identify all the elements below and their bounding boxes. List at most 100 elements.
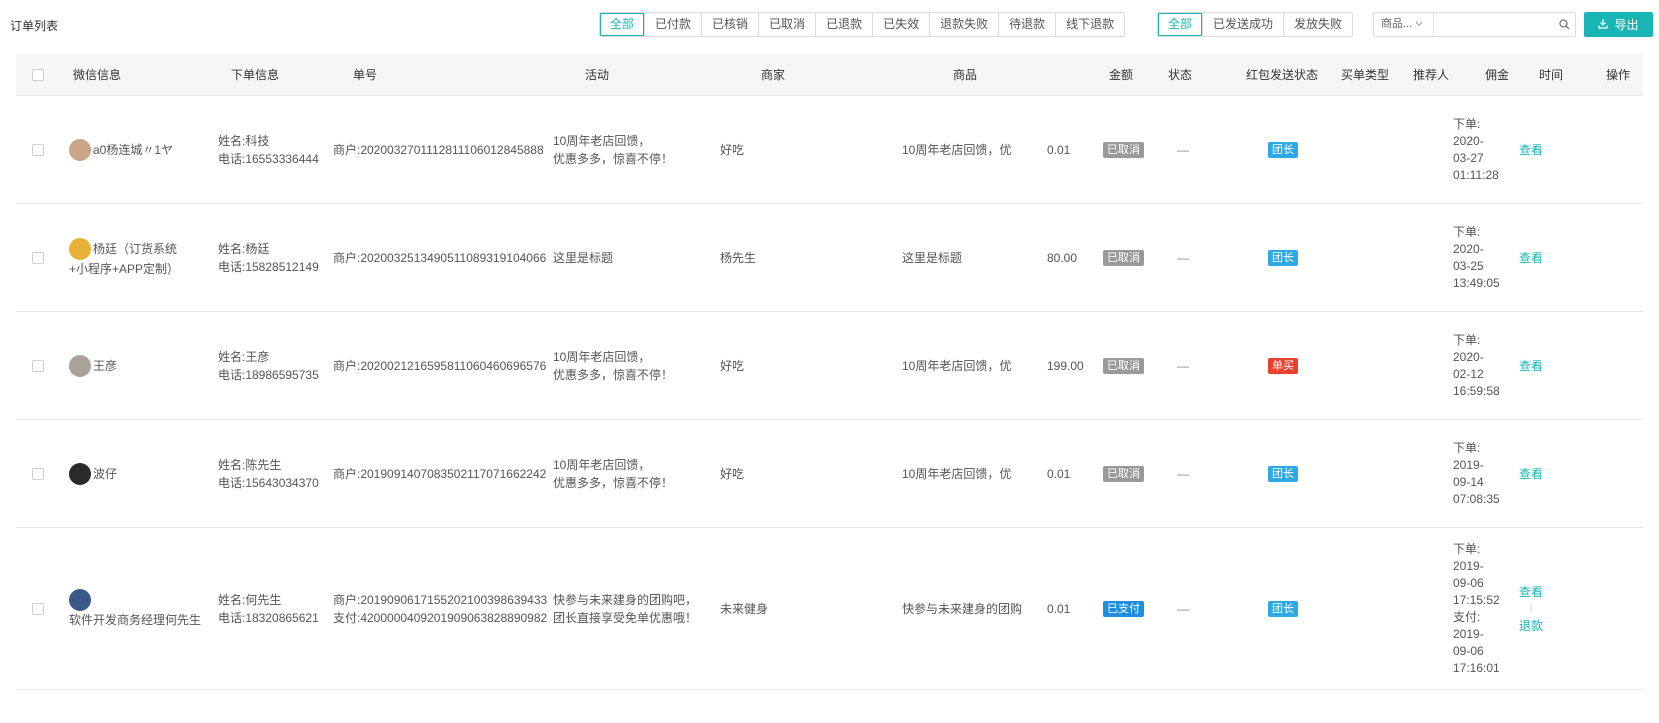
- view-link[interactable]: 查看: [1519, 141, 1543, 159]
- export-button[interactable]: 导出: [1584, 12, 1653, 37]
- row-checkbox[interactable]: [32, 143, 44, 156]
- status-badge: 已取消: [1103, 249, 1144, 266]
- wechat-info: 王彦: [69, 354, 117, 377]
- search-icon[interactable]: [1553, 19, 1575, 30]
- packet-status: —: [1177, 358, 1189, 373]
- customer-phone: 电话:18986595735: [218, 367, 319, 382]
- status-filter-5[interactable]: 已失效: [873, 13, 931, 36]
- select-all-checkbox[interactable]: [32, 69, 44, 81]
- status-filter-4[interactable]: 已退款: [816, 13, 874, 36]
- time-line: 09-06: [1453, 643, 1484, 658]
- order-info: 姓名:科技 电话:16553336444: [218, 132, 319, 168]
- refund-link[interactable]: 退款: [1519, 617, 1543, 635]
- buy-type-cell: 单买: [1268, 312, 1298, 419]
- table-row: 杨廷（订货系统 +小程序+APP定制） 姓名:杨廷 电话:15828512149 商户:…: [16, 204, 1643, 312]
- col-commission: 佣金: [1485, 68, 1510, 82]
- order-info: 姓名:陈先生 电话:15643034370: [218, 456, 319, 492]
- packet-filter-2[interactable]: 发放失败: [1284, 13, 1353, 36]
- order-info-cell: 姓名:王彦电话:18986595735: [218, 312, 319, 419]
- status-filter-8[interactable]: 线下退款: [1056, 13, 1125, 36]
- activity-line: 优惠多多，惊喜不停！: [553, 475, 674, 490]
- activity: 10周年老店回馈， 优惠多多，惊喜不停！: [553, 456, 673, 492]
- amount-cell: 0.01: [1047, 420, 1070, 527]
- avatar: [69, 588, 91, 611]
- activity-cell: 10周年老店回馈， 优惠多多，惊喜不停！: [553, 420, 673, 527]
- buy-type-badge: 单买: [1268, 357, 1298, 374]
- chevron-down-icon: [1415, 13, 1423, 36]
- time-line: 03-27: [1453, 150, 1484, 165]
- activity: 快参与未来建身的团购吧， 团长直接享受免单优惠哦！: [553, 591, 697, 627]
- customer-name: 姓名:王彦: [218, 349, 270, 364]
- view-link[interactable]: 查看: [1519, 583, 1543, 601]
- row-checkbox[interactable]: [32, 602, 44, 615]
- time-line: 2020-: [1453, 349, 1484, 364]
- row-checkbox[interactable]: [32, 359, 44, 372]
- customer-phone: 电话:15643034370: [218, 475, 319, 490]
- order-no-cell: 商户:2020032513490511089319104066: [333, 204, 546, 311]
- packet-status-cell: —: [1177, 528, 1189, 689]
- order-no-cell: 商户:2020032701112811106012845888: [333, 96, 544, 203]
- row-checkbox[interactable]: [32, 467, 44, 480]
- actions: 查看: [1519, 465, 1543, 483]
- buy-type-cell: 团长: [1268, 204, 1298, 311]
- status-cell: 已取消: [1103, 204, 1144, 311]
- status-filter-1[interactable]: 已付款: [645, 13, 703, 36]
- table-body: a0杨连城〃1ヤ 姓名:科技 电话:16553336444 商户:2020032701…: [16, 96, 1643, 690]
- status-filter-group: 全部 已付款 已核销 已取消 已退款 已失效 退款失败 待退款 线下退款: [599, 12, 1126, 37]
- col-activity: 活动: [585, 68, 610, 82]
- activity-line: 优惠多多，惊喜不停！: [553, 151, 674, 166]
- view-link[interactable]: 查看: [1519, 465, 1543, 483]
- status-filter-2[interactable]: 已核销: [702, 13, 760, 36]
- goods-cell: 10周年老店回馈，优: [902, 420, 1011, 527]
- action-cell: 查看: [1519, 420, 1543, 527]
- search-input[interactable]: [1434, 14, 1553, 35]
- customer-phone: 电话:16553336444: [218, 151, 319, 166]
- row-checkbox-cell: [32, 420, 44, 527]
- wechat-info: 波仔: [69, 462, 117, 485]
- packet-filter-0[interactable]: 全部: [1158, 13, 1204, 36]
- col-action: 操作: [1606, 68, 1631, 82]
- time-line: 03-25: [1453, 258, 1484, 273]
- avatar: [69, 138, 91, 161]
- status-filter-7[interactable]: 待退款: [999, 13, 1057, 36]
- wechat-info: a0杨连城〃1ヤ: [69, 138, 174, 161]
- activity-cell: 10周年老店回馈， 优惠多多，惊喜不停！: [553, 96, 673, 203]
- goods-cell: 快参与未来建身的团购: [902, 528, 1022, 689]
- goods-cell: 10周年老店回馈，优: [902, 312, 1011, 419]
- status-filter-3[interactable]: 已取消: [759, 13, 817, 36]
- view-link[interactable]: 查看: [1519, 357, 1543, 375]
- amount: 0.01: [1047, 142, 1071, 157]
- status-filter-0[interactable]: 全部: [600, 13, 646, 36]
- wechat-cell: 王彦: [69, 312, 117, 419]
- amount-cell: 0.01: [1047, 96, 1070, 203]
- search-box: 商品...: [1373, 12, 1576, 37]
- order-no: 商户:2019091407083502117071662242: [333, 465, 546, 483]
- activity-line: 10周年老店回馈，: [553, 133, 651, 148]
- view-link[interactable]: 查看: [1519, 249, 1543, 267]
- action-cell: 查看 | 退款: [1519, 528, 1543, 689]
- packet-filter-1[interactable]: 已发送成功: [1203, 13, 1285, 36]
- time-line: 下单:: [1453, 332, 1481, 347]
- search-field-select[interactable]: 商品...: [1374, 13, 1434, 36]
- col-wechat: 微信信息: [73, 68, 122, 82]
- time-line: 13:49:05: [1453, 275, 1500, 290]
- customer-phone: 电话:18320865621: [218, 610, 319, 625]
- actions: 查看: [1519, 357, 1543, 375]
- order-info-cell: 姓名:科技 电话:16553336444: [218, 96, 319, 203]
- col-order-info: 下单信息: [231, 68, 280, 82]
- table-row: 王彦 姓名:王彦电话:18986595735 商户:2020021216595811…: [16, 312, 1643, 420]
- order-no-line: 商户:2020032513490511089319104066: [333, 250, 547, 265]
- order-no-line: 商户:2020021216595811060460696576: [333, 358, 547, 373]
- time-cell: 下单: 2020- 02-12 16:59:58: [1453, 312, 1500, 419]
- packet-status: —: [1177, 601, 1189, 616]
- merchant: 杨先生: [720, 251, 757, 265]
- time-cell: 下单: 2020- 03-27 01:11:28: [1453, 96, 1499, 203]
- goods: 10周年老店回馈，优: [902, 467, 1012, 481]
- col-referrer: 推荐人: [1413, 68, 1450, 82]
- status-filter-6[interactable]: 退款失败: [930, 13, 1000, 36]
- table-row: 波仔 姓名:陈先生 电话:15643034370 商户:201909140708350…: [16, 420, 1643, 528]
- time-cell: 下单: 2020- 03-25 13:49:05: [1453, 204, 1500, 311]
- row-checkbox[interactable]: [32, 251, 44, 264]
- wechat-cell: 波仔: [69, 420, 117, 527]
- nickname: a0杨连城〃1ヤ: [93, 142, 174, 157]
